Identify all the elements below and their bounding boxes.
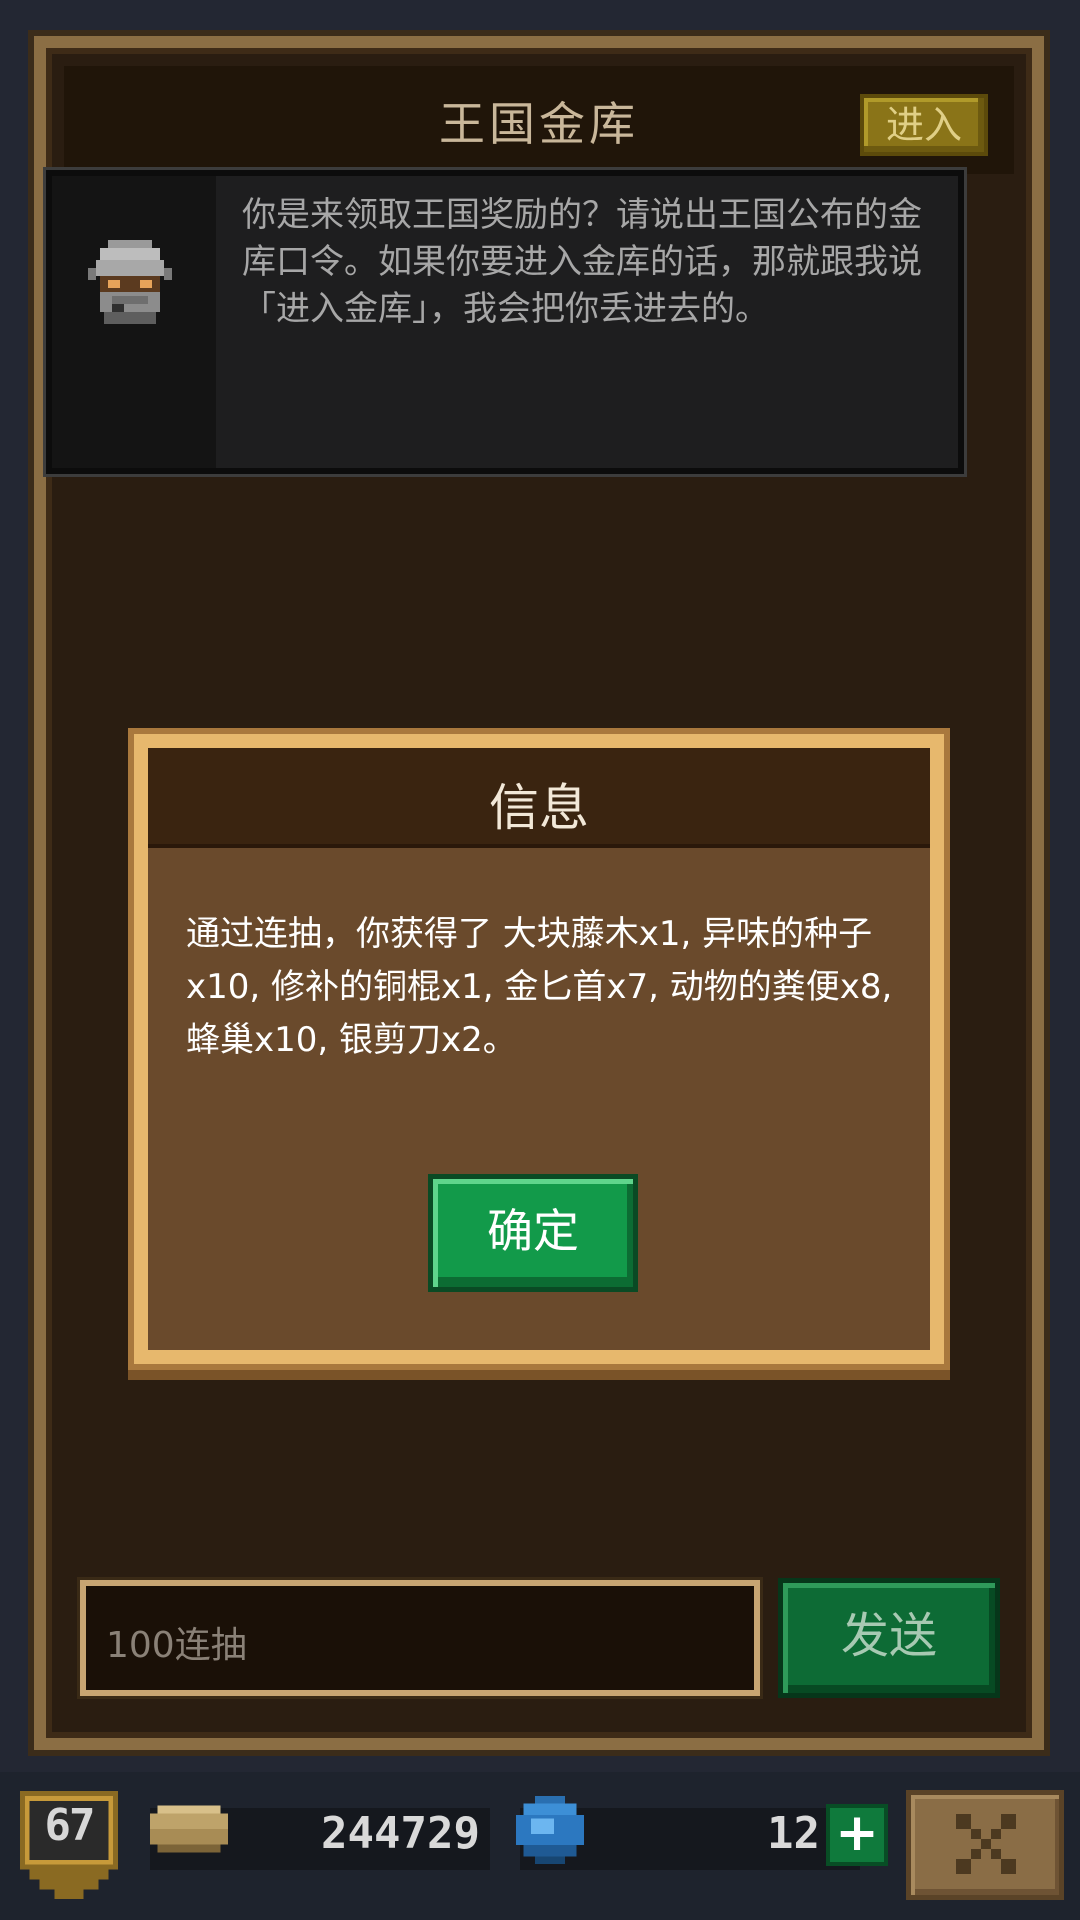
add-gems-button[interactable]: +: [826, 1804, 888, 1866]
info-modal: 信息 通过连抽，你获得了 大块藤木x1, 异味的种子x10, 修补的铜棍x1, …: [134, 734, 944, 1364]
info-modal-title: 信息: [489, 779, 589, 837]
npc-message: 你是来领取王国奖励的？请说出王国公布的金库口令。如果你要进入金库的话，那就跟我说…: [242, 195, 922, 329]
npc-dialog: 你是来领取王国奖励的？请说出王国公布的金库口令。如果你要进入金库的话，那就跟我说…: [46, 170, 964, 474]
close-icon: [956, 1814, 1016, 1874]
info-modal-body: 通过连抽，你获得了 大块藤木x1, 异味的种子x10, 修补的铜棍x1, 金匕首…: [186, 914, 893, 1060]
blue-gem-icon: [515, 1795, 585, 1865]
command-input[interactable]: 100连抽: [80, 1580, 760, 1696]
npc-avatar-column: [52, 176, 216, 468]
info-modal-header: 信息: [148, 748, 930, 848]
close-button[interactable]: [906, 1790, 1064, 1900]
panel-header: 王国金库 进入: [64, 66, 1014, 174]
player-level: 67: [44, 1800, 96, 1851]
send-button[interactable]: 发送: [778, 1578, 1000, 1698]
confirm-button[interactable]: 确定: [428, 1174, 638, 1292]
bottom-status-bar: 67 244729 12 +: [0, 1772, 1080, 1920]
coin-count: 244729: [321, 1808, 480, 1859]
gem-count: 12: [767, 1808, 820, 1859]
knight-helmet-icon: [88, 240, 172, 324]
coin-stack-icon: [149, 1805, 229, 1853]
enter-button[interactable]: 进入: [860, 94, 988, 156]
